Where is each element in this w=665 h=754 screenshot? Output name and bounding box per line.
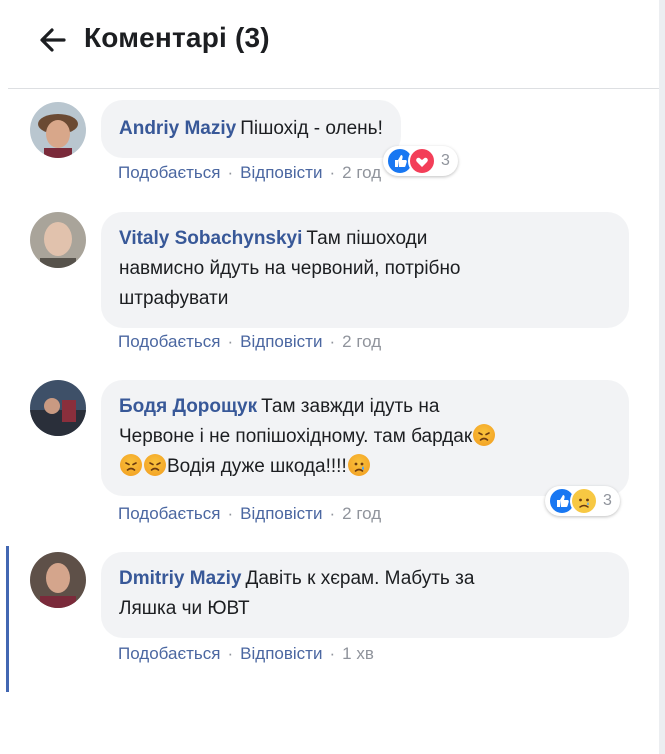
like-link[interactable]: Подобається bbox=[118, 504, 221, 523]
comment-text-line: Там пішоходи bbox=[306, 228, 428, 249]
separator-dot: · bbox=[329, 644, 336, 663]
comment-time: 2 год bbox=[342, 163, 382, 182]
page-right-border bbox=[659, 0, 665, 754]
comment-text-line: навмисно йдуть на червоний, потрібно bbox=[119, 258, 461, 279]
comment-bubble: Andriy Maziy Пішохід - олень! bbox=[101, 100, 401, 158]
like-link[interactable]: Подобається bbox=[118, 163, 221, 182]
avatar[interactable] bbox=[30, 380, 86, 436]
comment-actions: Подобається · Відповісти · 1 хв bbox=[118, 644, 374, 664]
reactions-count: 3 bbox=[441, 152, 450, 169]
separator-dot: · bbox=[227, 332, 234, 351]
page-title: Коментарі (3) bbox=[84, 22, 270, 53]
comment-bubble: Dmitriy Maziy Давіть к хєрам. Мабуть за Л… bbox=[101, 552, 629, 638]
comment-time: 1 хв bbox=[342, 644, 374, 663]
comment-text-line: Червоне і не попішохідному. там бардак bbox=[119, 426, 473, 447]
separator-dot: · bbox=[329, 163, 336, 182]
comment-item: Andriy Maziy Пішохід - олень! Подобається… bbox=[0, 100, 659, 190]
crying-emoji-icon bbox=[347, 454, 370, 476]
comment-text: Пішохід - олень! bbox=[240, 118, 383, 139]
comment-item: Vitaly Sobachynskyi Там пішоходи навмисно… bbox=[0, 212, 659, 362]
reply-link[interactable]: Відповісти bbox=[240, 163, 322, 182]
sad-icon bbox=[570, 487, 598, 515]
comment-actions: Подобається · Відповісти · 2 год bbox=[118, 332, 381, 352]
love-icon bbox=[408, 147, 436, 175]
separator-dot: · bbox=[227, 163, 234, 182]
comment-item: Бодя Дорощук Там завжди ідуть на Червоне … bbox=[0, 380, 659, 530]
comment-actions: Подобається · Відповісти · 2 год bbox=[118, 163, 381, 183]
comment-author[interactable]: Vitaly Sobachynskyi bbox=[119, 228, 302, 249]
comment-time: 2 год bbox=[342, 504, 382, 523]
separator-dot: · bbox=[329, 332, 336, 351]
like-link[interactable]: Подобається bbox=[118, 644, 221, 663]
avatar[interactable] bbox=[30, 212, 86, 268]
reactions-summary[interactable]: 3 bbox=[383, 146, 458, 176]
comment-text-line: штрафувати bbox=[119, 288, 229, 309]
back-arrow-icon bbox=[40, 28, 66, 52]
comment-time: 2 год bbox=[342, 332, 382, 351]
comment-author[interactable]: Andriy Maziy bbox=[119, 118, 236, 139]
angry-emoji-icon bbox=[144, 454, 166, 476]
back-button[interactable] bbox=[34, 20, 74, 60]
separator-dot: · bbox=[329, 504, 336, 523]
comment-author[interactable]: Бодя Дорощук bbox=[119, 396, 257, 417]
comments-header: Коментарі (3) bbox=[0, 0, 659, 84]
comment-actions: Подобається · Відповісти · 2 год bbox=[118, 504, 381, 524]
comment-item: Dmitriy Maziy Давіть к хєрам. Мабуть за Л… bbox=[0, 552, 659, 682]
angry-emoji-icon bbox=[120, 454, 142, 476]
angry-emoji-icon bbox=[473, 424, 496, 446]
comment-text-line: Ляшка чи ЮВТ bbox=[119, 598, 250, 619]
comment-bubble: Бодя Дорощук Там завжди ідуть на Червоне … bbox=[101, 380, 629, 496]
comment-text-line: Водія дуже шкода!!!! bbox=[167, 456, 347, 477]
header-divider bbox=[8, 88, 659, 89]
comment-author[interactable]: Dmitriy Maziy bbox=[119, 568, 241, 589]
like-link[interactable]: Подобається bbox=[118, 332, 221, 351]
avatar[interactable] bbox=[30, 102, 86, 158]
reply-link[interactable]: Відповісти bbox=[240, 504, 322, 523]
reactions-count: 3 bbox=[603, 492, 612, 509]
comment-text-line: Там завжди ідуть на bbox=[261, 396, 440, 417]
comment-bubble: Vitaly Sobachynskyi Там пішоходи навмисно… bbox=[101, 212, 629, 328]
separator-dot: · bbox=[227, 504, 234, 523]
reply-link[interactable]: Відповісти bbox=[240, 332, 322, 351]
separator-dot: · bbox=[227, 644, 234, 663]
reactions-summary[interactable]: 3 bbox=[545, 486, 620, 516]
avatar[interactable] bbox=[30, 552, 86, 608]
reply-link[interactable]: Відповісти bbox=[240, 644, 322, 663]
comment-text-line: Давіть к хєрам. Мабуть за bbox=[245, 568, 475, 589]
